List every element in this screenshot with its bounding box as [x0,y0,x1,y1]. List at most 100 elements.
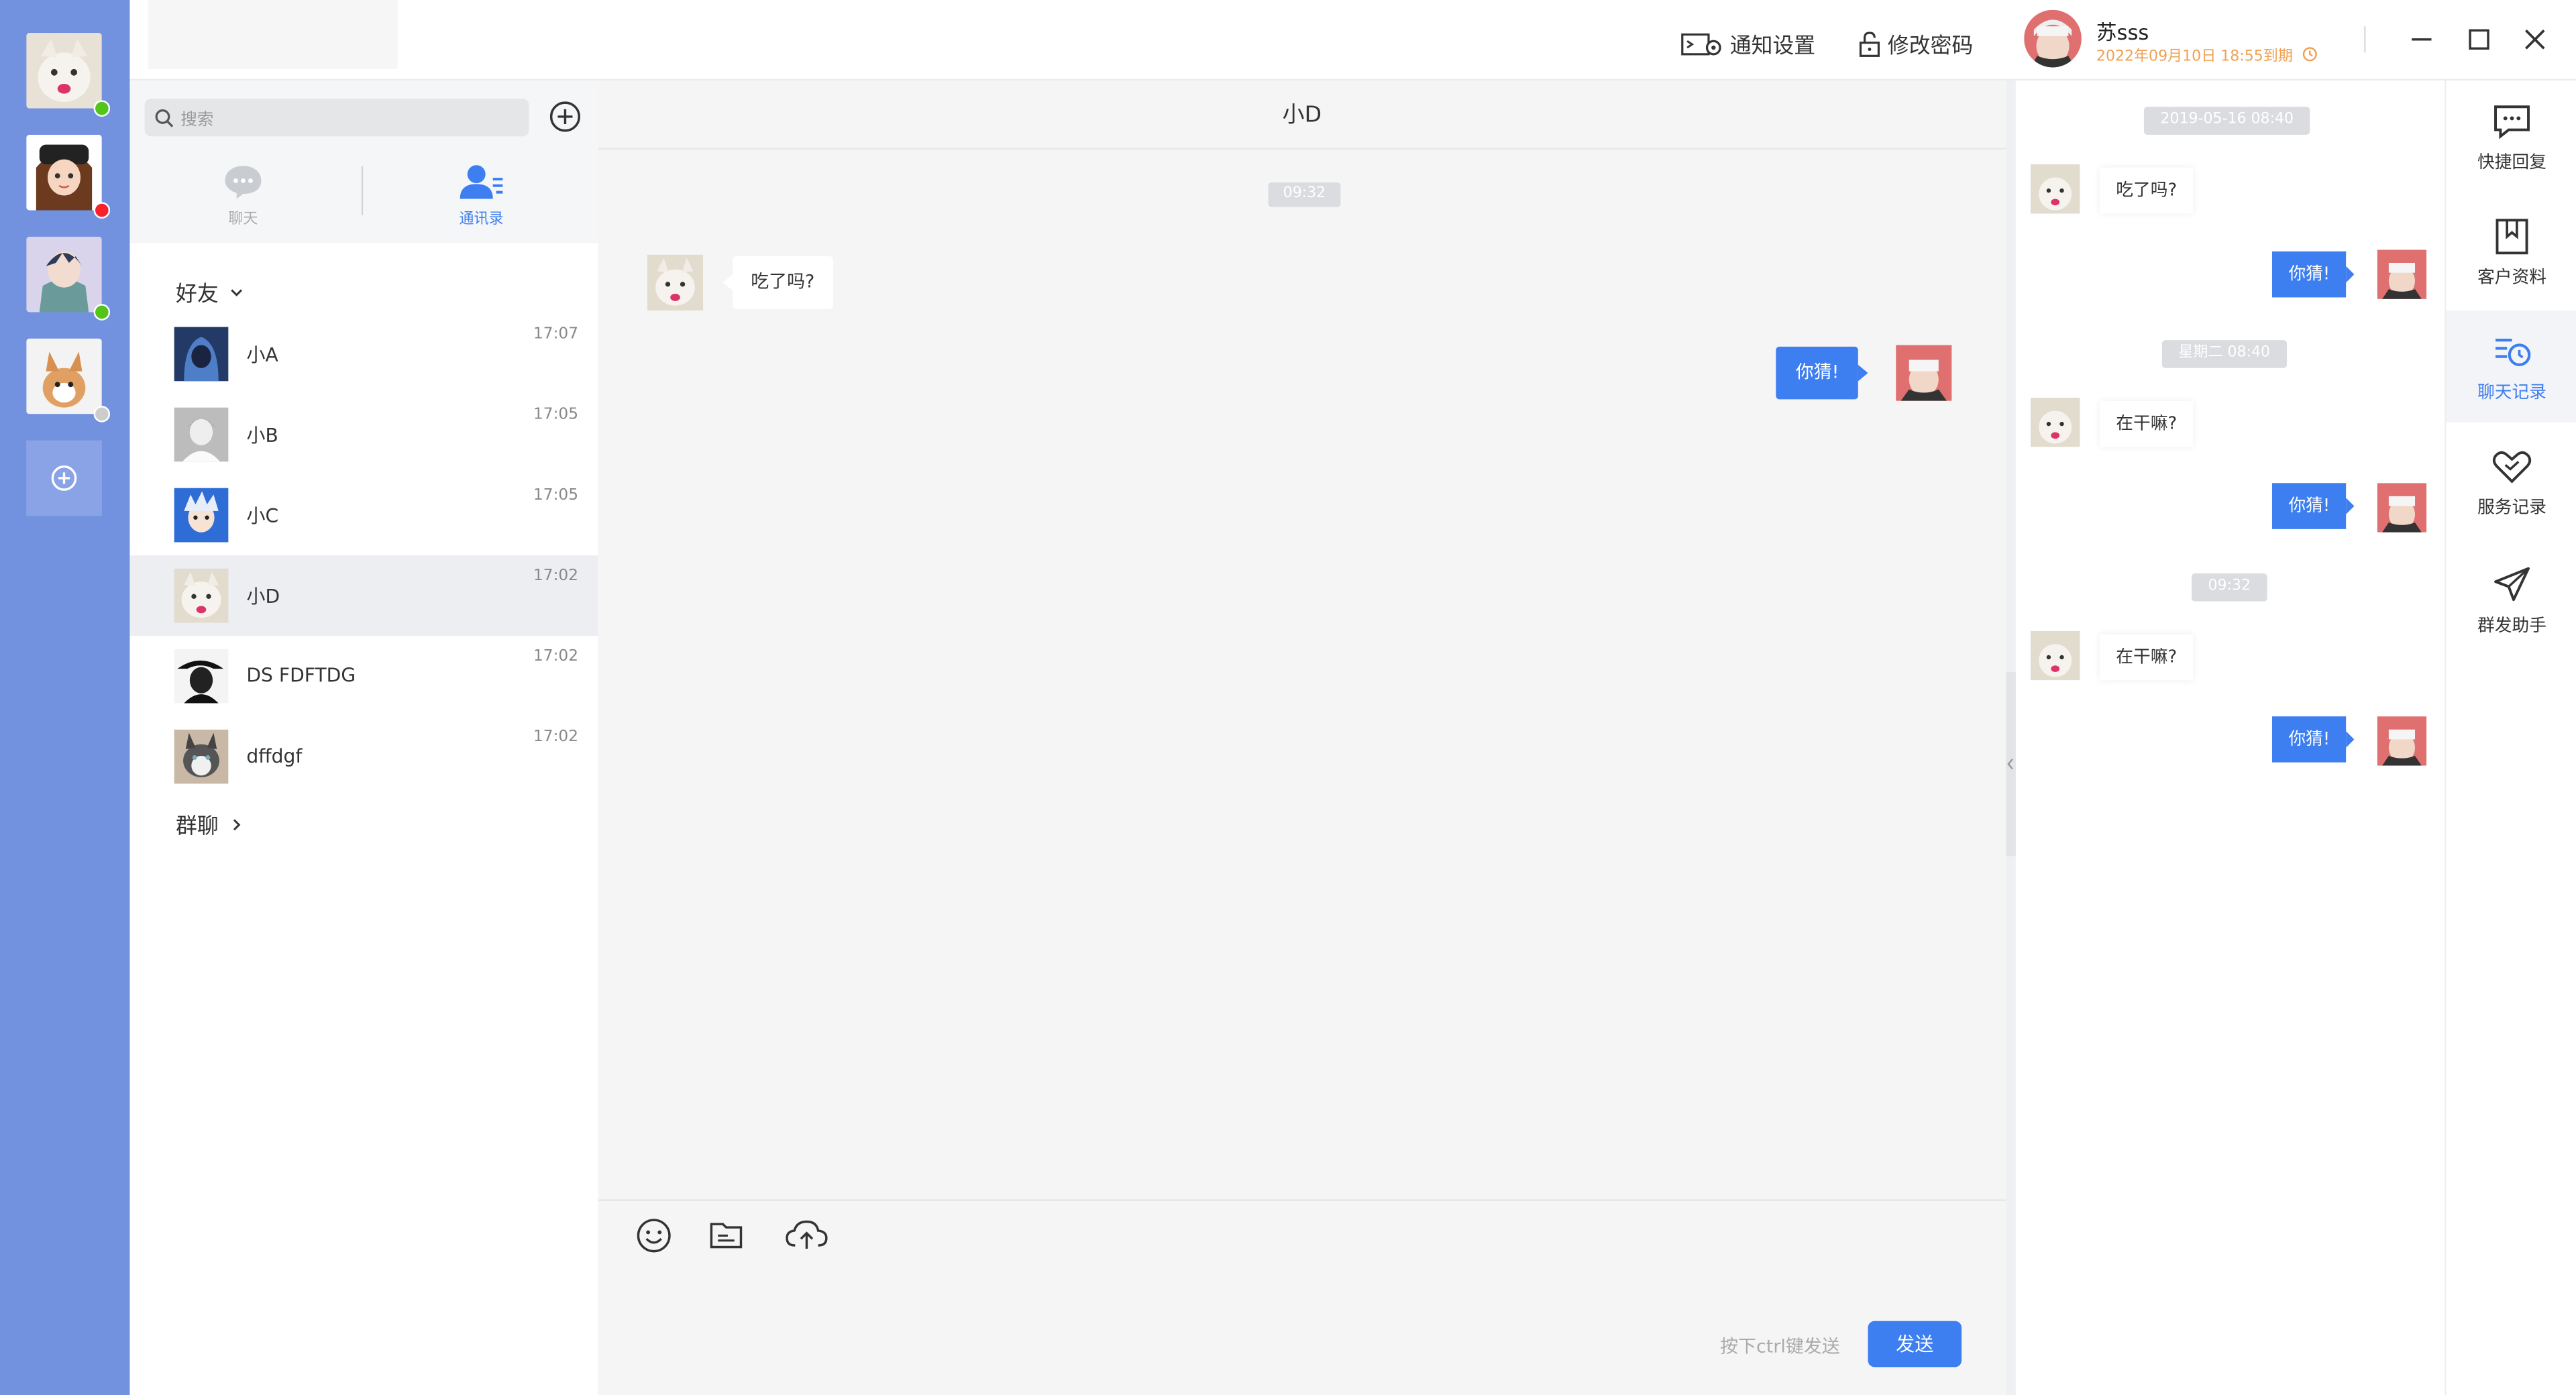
account-avatar-3[interactable] [26,236,102,313]
notify-settings-icon [1681,32,1721,55]
friends-group-header[interactable]: 好友 [176,276,245,308]
cloud-upload-icon [786,1220,828,1249]
history-incoming-message: 在干嘛? [2099,634,2194,681]
history-my-avatar [2377,483,2427,533]
account-avatar-2[interactable] [26,134,102,211]
contact-item[interactable]: 小A 17:07 [129,314,598,394]
notify-settings-link[interactable]: 通知设置 [1680,28,1816,60]
chat-history-panel: 2019-05-16 08:40 吃了吗? 你猜! 星期二 08:40 在干嘛?… [2015,80,2445,1395]
logo-area [148,0,398,69]
my-message-avatar [1896,345,1952,401]
contact-item[interactable]: 小B 17:05 [129,394,598,475]
tab-contacts-label: 通讯录 [459,212,504,229]
compose-area[interactable]: 按下ctrl键发送 发送 [598,1199,2006,1395]
chevron-left-icon [2007,759,2013,770]
search-icon [155,108,174,127]
minimize-icon [2412,38,2432,41]
online-status-dot [93,100,111,117]
contact-name: 小D [246,585,280,608]
contacts-top: 搜索 聊天 通讯录 [129,80,598,243]
chat-history-icon [2496,339,2531,366]
customer-info-label: 客户资料 [2477,268,2546,288]
contact-time: 17:05 [533,406,579,425]
customer-info-button[interactable]: 客户资料 [2447,196,2576,308]
history-incoming-message: 在干嘛? [2099,400,2194,447]
chevron-right-icon [233,818,241,830]
contact-item[interactable]: DS FDFTDG 17:02 [129,636,598,716]
clock-icon [2303,47,2318,62]
history-my-avatar [2377,249,2427,299]
contact-time: 17:05 [533,486,579,505]
contact-avatar [174,488,229,543]
quick-reply-label: 快捷回复 [2477,152,2546,173]
contact-item[interactable]: dffdgf 17:02 [129,716,598,797]
unlock-icon [1859,31,1880,56]
customer-info-icon [2496,219,2528,255]
notify-settings-label: 通知设置 [1729,34,1816,60]
offline-status-dot [93,406,111,423]
expiry-text: 2022年09月10日 18:55到期 [2096,44,2319,66]
contact-avatar [174,327,229,382]
upload-button[interactable] [784,1216,830,1256]
mass-send-label: 群发助手 [2477,616,2546,636]
account-avatar-4[interactable] [26,338,102,414]
send-hint: 按下ctrl键发送 [1720,1335,1840,1357]
window-controls-separator [2364,26,2366,53]
history-contact-avatar [2030,164,2080,214]
history-contact-avatar [2030,630,2080,681]
add-contact-button[interactable] [549,100,582,133]
outgoing-message: 你猜! [1776,346,1870,400]
contact-time: 17:02 [533,728,579,746]
mass-send-button[interactable]: 群发助手 [2447,544,2576,656]
tab-chat-label: 聊天 [228,212,258,229]
contact-time: 17:02 [533,647,579,666]
chat-title: 小D [598,80,2006,150]
history-incoming-message: 吃了吗? [2099,167,2194,214]
tab-divider [361,166,364,215]
incoming-message: 吃了吗? [722,256,833,309]
contact-avatar [174,649,229,704]
maximize-button[interactable] [2464,25,2493,54]
user-name: 苏sss [2096,19,2149,45]
chat-history-button[interactable]: 聊天记录 [2446,311,2576,423]
collapse-handle[interactable] [2006,672,2016,856]
history-my-avatar [2377,716,2427,766]
change-password-label: 修改密码 [1887,34,1974,60]
contact-item[interactable]: 小C 17:05 [129,475,598,555]
chat-bubble-icon [225,166,262,199]
contact-time: 17:02 [533,567,579,585]
change-password-link[interactable]: 修改密码 [1858,28,1974,60]
contacts-panel: 搜索 聊天 通讯录 好友 小A 17:07 小B 17:05 小C 17:05 … [129,80,598,1395]
quick-reply-button[interactable]: 快捷回复 [2447,80,2576,192]
tab-chat[interactable]: 聊天 [194,163,292,229]
minimize-button[interactable] [2407,25,2436,54]
service-record-button[interactable]: 服务记录 [2447,426,2576,538]
chat-history-label: 聊天记录 [2477,382,2546,403]
friends-group-label: 好友 [176,282,219,308]
close-icon [2525,30,2545,50]
service-record-label: 服务记录 [2477,498,2546,518]
plus-circle-icon [549,101,580,132]
account-avatar-1[interactable] [26,32,102,109]
contact-name: dffdgf [246,744,303,768]
panel-splitter[interactable] [2006,80,2016,1395]
history-time-pill: 09:32 [2191,573,2267,602]
user-avatar[interactable] [2024,9,2082,68]
close-button[interactable] [2520,25,2550,54]
tab-contacts[interactable]: 通讯录 [432,163,531,229]
chevron-down-icon [231,288,243,296]
contact-name: DS FDFTDG [246,663,356,687]
add-account-button[interactable] [26,440,102,516]
online-status-dot [93,304,111,321]
contact-item-selected[interactable]: 小D 17:02 [129,555,598,636]
search-placeholder: 搜索 [180,111,214,130]
file-button[interactable] [706,1216,746,1256]
group-chats-header[interactable]: 群聊 [176,808,245,840]
top-header: 通知设置 修改密码 苏sss 2022年09月10日 18:55到期 [129,0,2576,81]
emoji-button[interactable] [634,1216,674,1256]
history-outgoing-message: 你猜! [2271,251,2355,298]
search-input[interactable]: 搜索 [144,98,529,137]
send-button[interactable]: 发送 [1868,1321,1962,1368]
history-time-pill: 2019-05-16 08:40 [2143,107,2310,135]
maximize-icon [2469,29,2489,50]
